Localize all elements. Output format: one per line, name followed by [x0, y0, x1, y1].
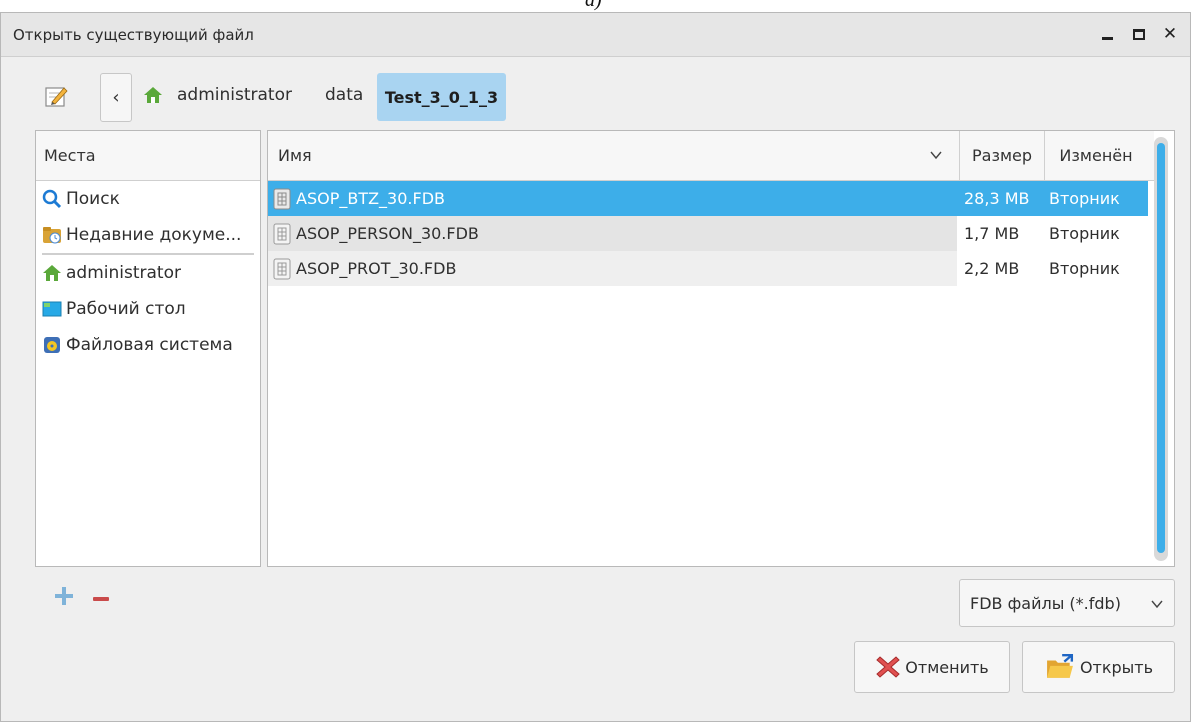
- place-search[interactable]: Поиск: [36, 181, 260, 217]
- title-bar: Открыть существующий файл ✕: [1, 13, 1190, 57]
- place-recent-documents[interactable]: Недавние докуме...: [36, 217, 260, 253]
- file-list: Имя Размер Изменён ASOP_BTZ_30.FDB 28,3 …: [267, 130, 1175, 567]
- search-icon: [42, 189, 62, 209]
- window-title: Открыть существующий файл: [13, 26, 254, 44]
- file-row[interactable]: ASOP_PERSON_30.FDB 1,7 MB Вторник: [268, 216, 1148, 251]
- places-header: Места: [36, 131, 260, 181]
- place-filesystem[interactable]: Файловая система: [36, 327, 260, 363]
- cancel-icon: [876, 656, 901, 678]
- drive-icon: [42, 335, 62, 355]
- file-type-filter[interactable]: FDB файлы (*.fdb): [959, 579, 1175, 627]
- home-icon: [42, 263, 62, 283]
- close-icon: ✕: [1162, 24, 1178, 44]
- breadcrumb-administrator[interactable]: administrator: [177, 85, 292, 105]
- chevron-left-icon: ‹: [112, 87, 120, 108]
- maximize-button[interactable]: [1126, 21, 1152, 47]
- file-size: 1,7 MB: [964, 224, 1020, 243]
- file-row[interactable]: ASOP_BTZ_30.FDB 28,3 MB Вторник: [268, 181, 1148, 216]
- desktop-icon: [42, 299, 62, 319]
- breadcrumb-current-folder[interactable]: Test_3_0_1_3: [377, 73, 506, 121]
- navigation-bar: ‹ administrator data Test_3_0_1_3: [1, 58, 1190, 134]
- pencil-icon: [45, 87, 68, 107]
- file-name: ASOP_BTZ_30.FDB: [296, 189, 445, 208]
- file-type-filter-value: FDB файлы (*.fdb): [970, 593, 1121, 613]
- minimize-button[interactable]: [1094, 21, 1120, 47]
- file-name: ASOP_PERSON_30.FDB: [296, 224, 479, 243]
- cancel-button[interactable]: Отменить: [854, 641, 1010, 693]
- chevron-down-icon: [930, 151, 942, 160]
- open-file-dialog: Открыть существующий файл ✕ ‹ administra…: [0, 12, 1191, 722]
- file-list-header: Имя Размер Изменён: [268, 131, 1154, 181]
- minimize-icon: [1101, 36, 1113, 40]
- file-name: ASOP_PROT_30.FDB: [296, 259, 457, 278]
- home-icon[interactable]: [143, 85, 163, 105]
- remove-place-icon[interactable]: [93, 597, 109, 601]
- place-home[interactable]: administrator: [36, 255, 260, 291]
- place-desktop[interactable]: Рабочий стол: [36, 291, 260, 327]
- column-header-name[interactable]: Имя: [268, 131, 960, 180]
- column-header-modified[interactable]: Изменён: [1045, 131, 1147, 180]
- recent-documents-icon: [42, 225, 62, 245]
- add-place-icon[interactable]: [53, 585, 75, 607]
- open-folder-icon: [1047, 653, 1073, 678]
- database-file-icon: [273, 223, 291, 244]
- figure-caption: a): [585, 0, 602, 11]
- scrollbar-thumb[interactable]: [1157, 143, 1165, 553]
- file-modified: Вторник: [1049, 224, 1120, 243]
- database-file-icon: [273, 258, 291, 279]
- places-panel: Места Поиск Недавние докуме... administr…: [35, 130, 261, 567]
- close-button[interactable]: ✕: [1157, 21, 1183, 47]
- database-file-icon: [273, 188, 291, 209]
- open-button[interactable]: Открыть: [1022, 641, 1175, 693]
- edit-path-button[interactable]: [41, 81, 71, 111]
- vertical-scrollbar[interactable]: [1154, 137, 1168, 561]
- back-button[interactable]: ‹: [100, 73, 132, 122]
- file-size: 2,2 MB: [964, 259, 1020, 278]
- breadcrumb-data[interactable]: data: [325, 85, 363, 105]
- file-modified: Вторник: [1049, 189, 1120, 208]
- file-modified: Вторник: [1049, 259, 1120, 278]
- maximize-icon: [1133, 28, 1145, 40]
- file-row[interactable]: ASOP_PROT_30.FDB 2,2 MB Вторник: [268, 251, 1148, 286]
- file-size: 28,3 MB: [964, 189, 1030, 208]
- chevron-down-icon: [1151, 600, 1163, 609]
- column-header-size[interactable]: Размер: [960, 131, 1045, 180]
